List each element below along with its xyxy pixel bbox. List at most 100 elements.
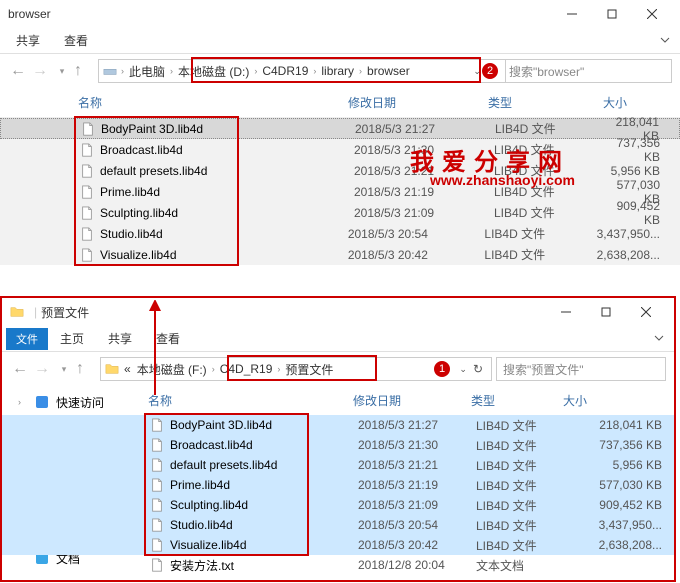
tab-view[interactable]: 查看 <box>144 326 192 351</box>
file-type: LIB4D 文件 <box>494 162 609 179</box>
col-size[interactable]: 大小 <box>563 392 674 409</box>
maximize-button[interactable] <box>592 1 632 27</box>
file-date: 2018/5/3 20:54 <box>358 518 476 532</box>
chevron-icon[interactable]: › <box>119 66 126 76</box>
drive-icon <box>103 64 117 78</box>
file-date: 2018/5/3 20:42 <box>358 538 476 552</box>
path-drive[interactable]: 本地磁盘 (F:) <box>134 361 210 378</box>
close-button[interactable] <box>626 299 666 325</box>
file-date: 2018/5/3 21:27 <box>355 122 495 136</box>
ribbon-tabs: 共享 查看 <box>0 28 680 54</box>
titlebar[interactable]: browser <box>0 0 680 28</box>
file-size: 5,956 KB <box>568 458 674 472</box>
forward-button[interactable]: → <box>32 359 52 379</box>
tab-share[interactable]: 共享 <box>96 326 144 351</box>
file-size: 5,956 KB <box>609 164 680 178</box>
file-date: 2018/5/3 20:54 <box>348 227 485 241</box>
file-size: 737,356 KB <box>609 136 680 164</box>
file-type: LIB4D 文件 <box>495 120 610 137</box>
path-box[interactable]: › 此电脑 › 本地磁盘 (D:) › C4DR19 › library › b… <box>98 59 506 83</box>
sidebar-item[interactable]: › 快速访问 <box>4 390 119 414</box>
file-type: 文本文档 <box>476 557 568 574</box>
annotation-badge-2: 2 <box>482 63 498 79</box>
path-prefix[interactable]: « <box>121 362 134 376</box>
file-row[interactable]: BodyPaint 3D.lib4d2018/5/3 21:27LIB4D 文件… <box>2 415 674 435</box>
up-button[interactable]: ↑ <box>76 360 96 378</box>
ribbon-expand-icon[interactable] <box>650 34 680 48</box>
star-icon <box>34 394 50 410</box>
tree-expand-icon[interactable]: › <box>18 397 28 407</box>
tab-file[interactable]: 文件 <box>6 328 48 350</box>
file-row[interactable]: Studio.lib4d2018/5/3 20:54LIB4D 文件3,437,… <box>2 515 674 535</box>
search-input[interactable]: 搜索"browser" <box>502 59 672 83</box>
file-date: 2018/5/3 21:19 <box>354 185 494 199</box>
file-date: 2018/12/8 20:04 <box>358 558 476 572</box>
tab-home[interactable]: 主页 <box>48 326 96 351</box>
file-date: 2018/5/3 21:09 <box>354 206 494 220</box>
file-date: 2018/5/3 21:09 <box>358 498 476 512</box>
separator: | <box>34 305 37 319</box>
annotation-box <box>191 57 481 83</box>
file-type: LIB4D 文件 <box>476 537 568 554</box>
annotation-box <box>74 116 239 266</box>
back-button[interactable]: ← <box>8 61 28 81</box>
file-size: 3,437,950... <box>597 227 680 241</box>
close-button[interactable] <box>632 1 672 27</box>
file-name: 安装方法.txt <box>170 557 358 574</box>
col-date[interactable]: 修改日期 <box>348 94 488 111</box>
folder-icon <box>105 362 119 376</box>
col-size[interactable]: 大小 <box>603 94 680 111</box>
col-date[interactable]: 修改日期 <box>353 392 471 409</box>
path-dropdown-icon[interactable]: ⌄ <box>459 364 467 375</box>
chevron-icon[interactable]: › <box>210 364 217 374</box>
forward-button[interactable]: → <box>30 61 50 81</box>
file-type: LIB4D 文件 <box>476 477 568 494</box>
col-type[interactable]: 类型 <box>488 94 603 111</box>
file-row[interactable]: Sculpting.lib4d2018/5/3 21:09LIB4D 文件909… <box>2 495 674 515</box>
explorer-window-bottom: | 预置文件 文件 主页 共享 查看 ← → ▾ ↑ « 本地磁盘 (F:) ›… <box>0 296 676 582</box>
tab-share[interactable]: 共享 <box>4 28 52 53</box>
column-headers[interactable]: 名称 修改日期 类型 大小 <box>0 88 680 118</box>
back-button[interactable]: ← <box>10 359 30 379</box>
refresh-icon[interactable]: ↻ <box>473 362 483 376</box>
file-size: 2,638,208... <box>568 538 674 552</box>
col-name[interactable]: 名称 <box>148 392 353 409</box>
file-type: LIB4D 文件 <box>476 517 568 534</box>
file-size: 909,452 KB <box>609 199 680 227</box>
col-type[interactable]: 类型 <box>471 392 563 409</box>
file-list: BodyPaint 3D.lib4d2018/5/3 21:27LIB4D 文件… <box>2 415 674 575</box>
ribbon-expand-icon[interactable] <box>644 332 674 346</box>
file-type: LIB4D 文件 <box>494 204 609 221</box>
chevron-icon[interactable]: › <box>168 66 175 76</box>
file-type: LIB4D 文件 <box>484 246 596 263</box>
minimize-button[interactable] <box>552 1 592 27</box>
file-type: LIB4D 文件 <box>494 141 609 158</box>
file-type: LIB4D 文件 <box>494 183 609 200</box>
file-row[interactable]: 安装方法.txt2018/12/8 20:04文本文档 <box>2 555 674 575</box>
file-row[interactable]: Broadcast.lib4d2018/5/3 21:30LIB4D 文件737… <box>2 435 674 455</box>
tab-view[interactable]: 查看 <box>52 28 100 53</box>
file-row[interactable]: default presets.lib4d2018/5/3 21:21LIB4D… <box>2 455 674 475</box>
file-type: LIB4D 文件 <box>476 437 568 454</box>
file-size: 3,437,950... <box>568 518 674 532</box>
minimize-button[interactable] <box>546 299 586 325</box>
maximize-button[interactable] <box>586 299 626 325</box>
file-size: 909,452 KB <box>568 498 674 512</box>
col-name[interactable]: 名称 <box>78 94 348 111</box>
titlebar[interactable]: | 预置文件 <box>2 298 674 326</box>
sidebar-label: 快速访问 <box>56 394 104 411</box>
path-pc[interactable]: 此电脑 <box>126 63 168 80</box>
up-button[interactable]: ↑ <box>74 62 94 80</box>
recent-dropdown[interactable]: ▾ <box>52 61 72 81</box>
file-row[interactable]: Visualize.lib4d2018/5/3 20:42LIB4D 文件2,6… <box>2 535 674 555</box>
file-list: BodyPaint 3D.lib4d2018/5/3 21:27LIB4D 文件… <box>0 118 680 265</box>
file-type: LIB4D 文件 <box>476 457 568 474</box>
search-input[interactable]: 搜索"预置文件" <box>496 357 666 381</box>
recent-dropdown[interactable]: ▾ <box>54 359 74 379</box>
annotation-badge-1: 1 <box>434 361 450 377</box>
file-date: 2018/5/3 21:30 <box>358 438 476 452</box>
file-row[interactable]: Prime.lib4d2018/5/3 21:19LIB4D 文件577,030… <box>2 475 674 495</box>
file-size: 737,356 KB <box>568 438 674 452</box>
window-title: 预置文件 <box>41 304 546 321</box>
file-type: LIB4D 文件 <box>484 225 596 242</box>
